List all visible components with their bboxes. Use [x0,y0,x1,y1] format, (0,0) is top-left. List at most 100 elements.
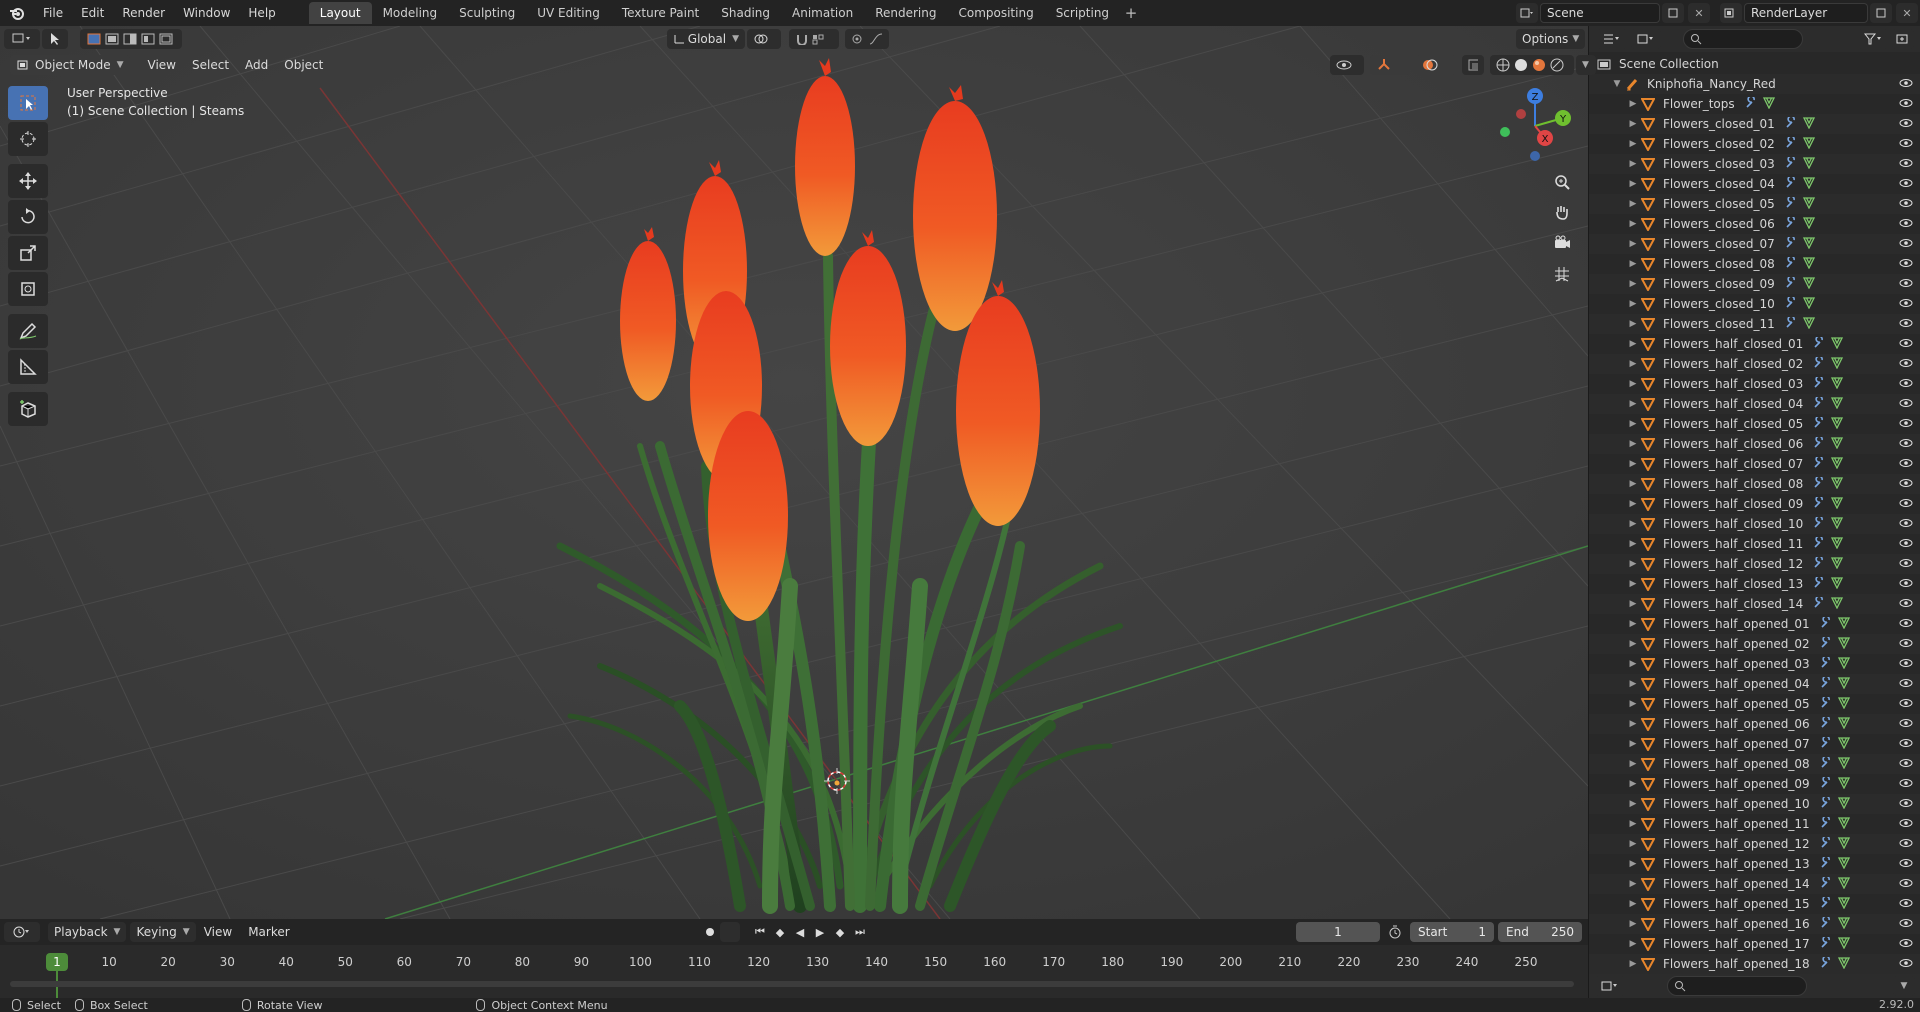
outliner-object-row[interactable]: ▶ Flowers_half_opened_15 [1589,894,1920,914]
modifier-wrench-icon[interactable] [1785,134,1797,152]
outliner-object-row[interactable]: ▶ Flowers_half_closed_10 [1589,514,1920,534]
mesh-data-icon[interactable] [1802,316,1815,332]
timeline-editor-type-button[interactable] [4,922,40,942]
eye-icon[interactable] [1899,897,1913,912]
mesh-data-icon[interactable] [1831,496,1844,512]
modifier-wrench-icon[interactable] [1785,154,1797,172]
gizmo-neg-x[interactable] [1516,109,1526,119]
properties-options-dropdown[interactable]: ▼ [1893,976,1915,996]
eye-icon[interactable] [1899,937,1913,952]
add-cube-tool[interactable] [8,392,48,426]
display-mode-dropdown[interactable] [1631,29,1661,49]
record-button[interactable] [700,922,720,942]
outliner-object-row[interactable]: ▶ Flowers_half_opened_02 [1589,634,1920,654]
shading-mode-buttons[interactable] [1490,55,1574,75]
outliner-object-row[interactable]: ▶ Flowers_half_opened_16 [1589,914,1920,934]
eye-icon[interactable] [1899,717,1913,732]
eye-icon[interactable] [1899,497,1913,512]
expand-closed-icon[interactable]: ▶ [1627,959,1639,969]
mesh-data-icon[interactable] [1837,856,1850,872]
expand-closed-icon[interactable]: ▶ [1627,259,1639,269]
outliner-search-input[interactable] [1683,29,1803,49]
shading-options-dropdown[interactable]: ▼ [1576,55,1596,75]
outliner-object-row[interactable]: ▶ Flowers_half_closed_01 [1589,334,1920,354]
modifier-wrench-icon[interactable] [1813,574,1825,592]
transform-tool[interactable] [8,272,48,306]
scene-collection-row[interactable]: Scene Collection [1589,54,1920,74]
expand-closed-icon[interactable]: ▶ [1627,579,1639,589]
mesh-data-icon[interactable] [1837,616,1850,632]
outliner-object-row[interactable]: ▶ Flowers_half_closed_07 [1589,454,1920,474]
modifier-wrench-icon[interactable] [1785,214,1797,232]
outliner-object-row[interactable]: ▶ Flowers_closed_04 [1589,174,1920,194]
expand-closed-icon[interactable]: ▶ [1627,919,1639,929]
outliner-object-row[interactable]: ▶ Flowers_half_opened_03 [1589,654,1920,674]
eye-icon[interactable] [1899,357,1913,372]
overlays-toggle[interactable] [1416,55,1456,75]
expand-closed-icon[interactable]: ▶ [1627,779,1639,789]
mesh-data-icon[interactable] [1837,816,1850,832]
outliner-object-row[interactable]: ▶ Flowers_half_closed_11 [1589,534,1920,554]
playback-dropdown[interactable]: Playback ▼ [48,922,127,942]
expand-closed-icon[interactable]: ▶ [1627,419,1639,429]
outliner-object-row[interactable]: ▶ Flowers_half_closed_13 [1589,574,1920,594]
expand-closed-icon[interactable]: ▶ [1627,599,1639,609]
eye-icon[interactable] [1899,477,1913,492]
mesh-data-icon[interactable] [1837,696,1850,712]
new-collection-button[interactable] [1892,29,1914,49]
outliner-object-row[interactable]: ▶ Flowers_half_opened_11 [1589,814,1920,834]
measure-tool[interactable] [8,350,48,384]
eye-icon[interactable] [1899,337,1913,352]
outliner-object-row[interactable]: ▶ Flowers_closed_07 [1589,234,1920,254]
outliner-object-row[interactable]: ▶ Flowers_half_closed_06 [1589,434,1920,454]
eye-icon[interactable] [1899,237,1913,252]
outliner-object-row[interactable]: ▶ Flowers_half_closed_05 [1589,414,1920,434]
outliner-object-row[interactable]: ▶ Flowers_half_opened_13 [1589,854,1920,874]
add-workspace-button[interactable]: + [1120,3,1142,23]
expand-closed-icon[interactable]: ▶ [1627,159,1639,169]
pan-view-button[interactable] [1548,198,1576,226]
eye-icon[interactable] [1899,137,1913,152]
expand-closed-icon[interactable]: ▶ [1627,539,1639,549]
outliner-object-row[interactable]: ▶ Flowers_half_opened_17 [1589,934,1920,954]
outliner-object-row[interactable]: ▶ Flowers_half_opened_06 [1589,714,1920,734]
mesh-data-icon[interactable] [1837,756,1850,772]
jump-keyframe-back-button[interactable]: ◆ [770,922,790,942]
eye-icon[interactable] [1899,597,1913,612]
outliner-object-row[interactable]: ▶ Flower_tops [1589,94,1920,114]
outliner-object-row[interactable]: ▶ Flowers_half_opened_12 [1589,834,1920,854]
mesh-data-icon[interactable] [1802,296,1815,312]
eye-icon[interactable] [1899,617,1913,632]
outliner-object-row[interactable]: ▶ Flowers_half_closed_04 [1589,394,1920,414]
eye-icon[interactable] [1899,777,1913,792]
mesh-data-icon[interactable] [1831,476,1844,492]
scale-tool[interactable] [8,236,48,270]
expand-closed-icon[interactable]: ▶ [1627,339,1639,349]
mesh-data-icon[interactable] [1837,916,1850,932]
end-frame-field[interactable]: End 250 [1498,922,1582,942]
tab-uv-editing[interactable]: UV Editing [526,2,611,24]
eye-icon[interactable] [1899,197,1913,212]
modifier-wrench-icon[interactable] [1820,894,1832,912]
modifier-wrench-icon[interactable] [1820,694,1832,712]
modifier-wrench-icon[interactable] [1813,434,1825,452]
mesh-data-icon[interactable] [1831,336,1844,352]
eye-icon[interactable] [1899,857,1913,872]
eye-icon[interactable] [1899,877,1913,892]
modifier-wrench-icon[interactable] [1813,374,1825,392]
mesh-data-icon[interactable] [1837,796,1850,812]
expand-closed-icon[interactable]: ▶ [1627,879,1639,889]
blender-logo-icon[interactable] [6,2,28,24]
menu-file[interactable]: File [34,2,72,24]
object-mode-dropdown[interactable]: Object Mode ▼ [10,55,130,75]
eye-icon[interactable] [1899,77,1913,92]
outliner-object-row[interactable]: ▶ Flowers_closed_02 [1589,134,1920,154]
eye-icon[interactable] [1899,637,1913,652]
outliner-object-row[interactable]: ▶ Flowers_half_closed_12 [1589,554,1920,574]
mesh-data-icon[interactable] [1837,676,1850,692]
expand-closed-icon[interactable]: ▶ [1627,319,1639,329]
gizmo-toggle[interactable] [1370,55,1410,75]
annotate-tool[interactable] [8,314,48,348]
keying-dropdown[interactable]: Keying ▼ [130,922,196,942]
modifier-wrench-icon[interactable] [1785,234,1797,252]
